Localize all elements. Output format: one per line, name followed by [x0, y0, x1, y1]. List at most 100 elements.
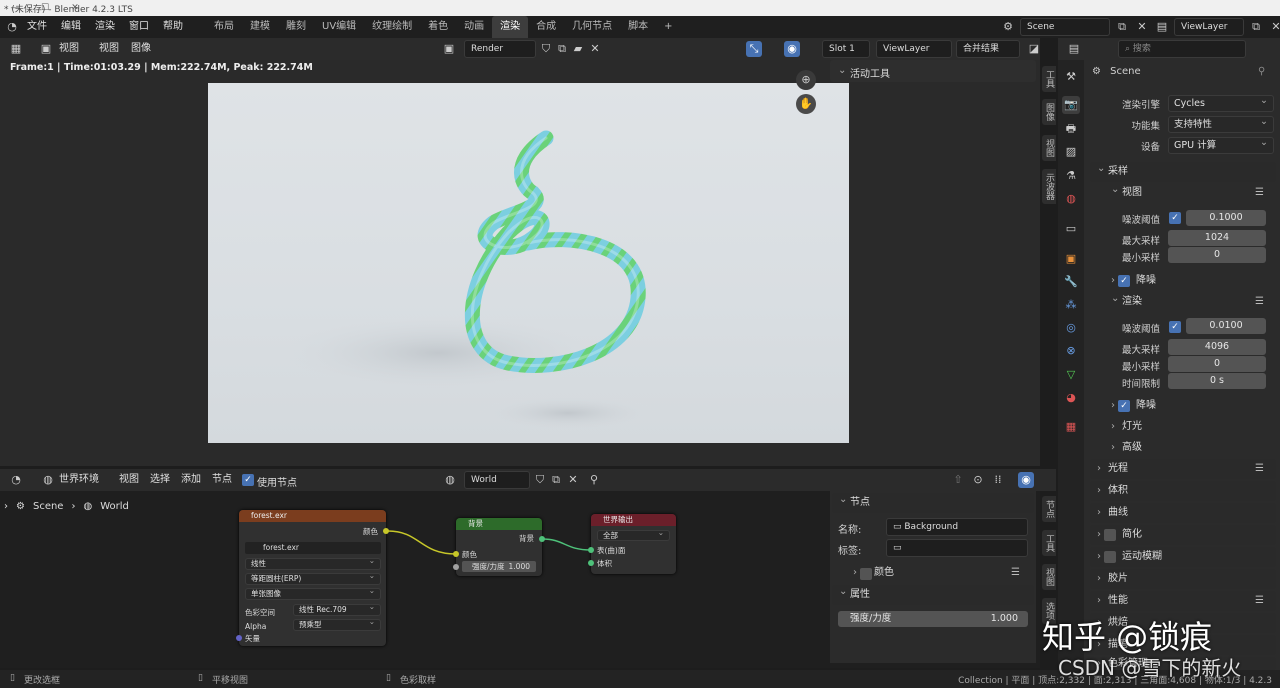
render-noise-threshold-field[interactable]: 0.0100	[1186, 318, 1266, 334]
workspace-tab-animation[interactable]: 动画	[456, 16, 492, 38]
advanced-subpanel[interactable]: 高级	[1104, 438, 1276, 458]
render-min-samples-field[interactable]: 0	[1168, 356, 1266, 372]
world-browse-icon[interactable]: ◍	[442, 472, 458, 488]
object-tab-icon[interactable]: ▣	[1062, 250, 1080, 268]
color-input-socket[interactable]	[453, 551, 459, 557]
output-tab-icon[interactable]: 🖶	[1062, 120, 1080, 138]
unlink-image-icon[interactable]: ✕	[587, 41, 603, 57]
active-tool-panel[interactable]: ⌄ 活动工具	[830, 60, 1036, 82]
node-sidebar-tab-node[interactable]: 节点	[1042, 496, 1056, 522]
add-workspace-button[interactable]: +	[656, 16, 680, 38]
new-viewlayer-icon[interactable]: ⧉	[1248, 19, 1264, 35]
node-panel-header[interactable]: 节点	[832, 490, 1034, 513]
node-menu-view[interactable]: 视图	[112, 469, 146, 491]
color-space-select[interactable]: 线性 Rec.709	[293, 602, 381, 616]
particles-tab-icon[interactable]: ⁂	[1062, 296, 1080, 314]
node-menu-node[interactable]: 节点	[205, 469, 239, 491]
strength-field[interactable]: 强度/力度 1.000	[462, 561, 536, 572]
render-subpanel-header[interactable]: 渲染 ☰	[1104, 289, 1276, 312]
time-limit-field[interactable]: 0 s	[1168, 373, 1266, 389]
world-tab-icon[interactable]: ◍	[1062, 190, 1080, 208]
film-panel[interactable]: 胶片	[1090, 569, 1276, 589]
open-image-icon[interactable]: ▰	[570, 41, 586, 57]
workspace-tab-compositing[interactable]: 合成	[528, 16, 564, 38]
pass-select[interactable]: 合并结果	[956, 40, 1020, 58]
collection-tab-icon[interactable]: ▭	[1062, 220, 1080, 238]
data-tab-icon[interactable]: ▽	[1062, 366, 1080, 384]
render-engine-select[interactable]: Cycles	[1168, 93, 1274, 112]
tool-tab-icon[interactable]: ⚒	[1062, 68, 1080, 86]
surface-input-socket[interactable]	[588, 547, 594, 553]
volumes-panel[interactable]: 体积	[1090, 481, 1276, 501]
workspace-tab-scripting[interactable]: 脚本	[620, 16, 656, 38]
device-select[interactable]: GPU 计算	[1168, 135, 1274, 154]
image-sidebar-tab-view[interactable]: 视图	[1042, 135, 1056, 161]
sample-tool-icon[interactable]: ⤡	[746, 41, 762, 57]
menu-view[interactable]: 视图	[92, 38, 126, 60]
material-tab-icon[interactable]: ◕	[1062, 389, 1080, 407]
node-name-field[interactable]: ▭ Background	[886, 518, 1028, 536]
image-sidebar-tab-scopes[interactable]: 示波器	[1042, 169, 1056, 204]
menu-image[interactable]: 图像	[124, 38, 158, 60]
lights-subpanel[interactable]: 灯光	[1104, 417, 1276, 437]
list-icon[interactable]: ☰	[1255, 591, 1264, 611]
new-scene-icon[interactable]: ⧉	[1114, 19, 1130, 35]
parent-node-tree-icon[interactable]: ⇧	[950, 472, 966, 488]
strength-property-field[interactable]: 强度/力度 1.000	[838, 611, 1028, 627]
snap-options-icon[interactable]: ⁞⁞	[990, 472, 1006, 488]
interpolation-select[interactable]: 线性	[245, 556, 381, 570]
world-output-node[interactable]: 世界输出 全部 表(曲)面 体积	[588, 514, 676, 574]
viewlayer-icon[interactable]: ▤	[1154, 19, 1170, 35]
node-color-checkbox[interactable]	[860, 568, 872, 580]
workspace-tab-layout[interactable]: 布局	[206, 16, 242, 38]
viewport-noise-threshold-checkbox[interactable]: ✓	[1169, 212, 1181, 224]
blender-logo-icon[interactable]: ◔	[4, 19, 20, 35]
workspace-tab-modeling[interactable]: 建模	[242, 16, 278, 38]
zoom-icon[interactable]: ⊕	[796, 70, 816, 90]
node-sidebar-tab-view[interactable]: 视图	[1042, 564, 1056, 590]
background-output-socket[interactable]	[539, 536, 545, 542]
render-tab-icon[interactable]: 📷	[1062, 96, 1080, 114]
vector-input-socket[interactable]	[236, 635, 242, 641]
menu-help[interactable]: 帮助	[156, 16, 190, 38]
world-fake-user-icon[interactable]: ⛉	[532, 472, 548, 488]
target-select[interactable]: 全部	[597, 528, 670, 541]
viewport-denoise-checkbox[interactable]: ✓	[1118, 275, 1130, 287]
viewport-min-samples-field[interactable]: 0	[1168, 247, 1266, 263]
use-nodes-checkbox[interactable]: ✓	[242, 474, 254, 486]
image-name-field[interactable]: Render Result	[464, 40, 536, 70]
workspace-tab-shading[interactable]: 着色	[420, 16, 456, 38]
simplify-panel[interactable]: 简化	[1090, 525, 1276, 545]
viewport-max-samples-field[interactable]: 1024	[1168, 230, 1266, 246]
shader-type-select[interactable]: 世界环境	[52, 469, 106, 491]
scene-icon[interactable]: ⚙	[1000, 19, 1016, 35]
menu-file[interactable]: 文件	[20, 16, 54, 38]
list-icon[interactable]: ☰	[1255, 459, 1264, 479]
viewport-subpanel-header[interactable]: 视图 ☰	[1104, 180, 1276, 203]
workspace-tab-uv[interactable]: UV编辑	[314, 16, 364, 38]
scene-field[interactable]: Scene	[1020, 18, 1110, 36]
list-icon[interactable]: ☰	[1255, 183, 1264, 203]
image-browse-icon[interactable]: ▣	[441, 41, 457, 57]
modifier-tab-icon[interactable]: 🔧	[1062, 273, 1080, 291]
motion-blur-panel[interactable]: 运动模糊	[1090, 547, 1276, 567]
workspace-tab-rendering[interactable]: 渲染	[492, 16, 529, 38]
scene-tab-icon[interactable]: ⚗	[1062, 167, 1080, 185]
list-icon[interactable]: ☰	[1011, 563, 1020, 583]
light-paths-panel[interactable]: 光程 ☰	[1090, 459, 1276, 479]
sampling-panel-header[interactable]: 采样	[1090, 159, 1276, 182]
feature-set-select[interactable]: 支持特性	[1168, 114, 1274, 133]
overlay-icon[interactable]: ◉	[784, 41, 800, 57]
pin-icon[interactable]: ⚲	[1258, 66, 1265, 77]
motion-blur-checkbox[interactable]	[1104, 551, 1116, 563]
image-sidebar-tab-tool[interactable]: 工具	[1042, 66, 1056, 92]
properties-type-icon[interactable]: ▤	[1066, 41, 1082, 57]
performance-panel[interactable]: 性能 ☰	[1090, 591, 1276, 611]
world-name-field[interactable]: World	[464, 471, 530, 489]
projection-select[interactable]: 等距圆柱(ERP)	[245, 571, 381, 585]
layer-select[interactable]: ViewLayer	[876, 40, 952, 58]
menu-view-mode[interactable]: 视图	[52, 38, 86, 60]
render-max-samples-field[interactable]: 4096	[1168, 339, 1266, 355]
color-subpanel[interactable]: 颜色 ☰	[846, 563, 1034, 583]
slot-select[interactable]: Slot 1	[822, 40, 870, 58]
